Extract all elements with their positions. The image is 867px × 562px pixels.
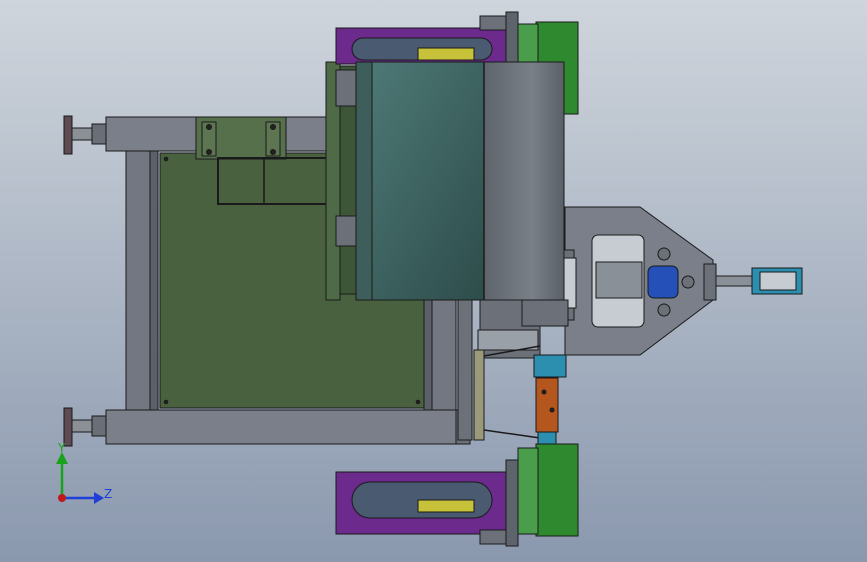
drum-body xyxy=(355,61,487,301)
triad-z-label: Z xyxy=(104,487,112,501)
drum-cap xyxy=(483,61,565,301)
frame-bottom-beam xyxy=(105,409,471,445)
frame-left-post-inner xyxy=(149,150,159,411)
cad-viewport[interactable]: Y Z xyxy=(0,0,867,562)
triad-y-label: Y xyxy=(57,441,66,455)
frame-right-post-inner xyxy=(423,289,433,411)
bottom-clamp-green-block xyxy=(535,443,579,537)
cad-scene: Y Z xyxy=(0,0,867,562)
bottom-clamp-cylinder xyxy=(417,499,475,513)
top-clamp-cylinder xyxy=(417,47,475,61)
drum-flange-left-lower xyxy=(335,215,357,247)
hex-nut-right xyxy=(681,275,695,289)
blue-hex-nut xyxy=(647,265,679,299)
hex-nut-bottom xyxy=(657,303,671,317)
triad-origin xyxy=(58,494,66,502)
hex-nut-top xyxy=(657,247,671,261)
drum-flange-left xyxy=(335,69,357,107)
drum-assembly xyxy=(335,61,565,301)
